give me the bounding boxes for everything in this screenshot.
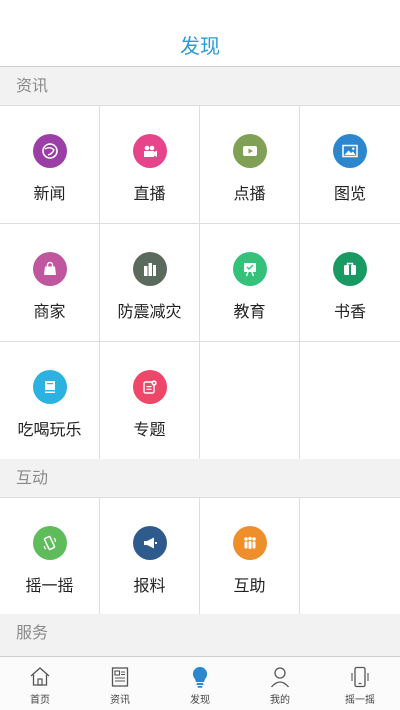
grid-item-label: 专题: [133, 420, 166, 439]
grid-item-label: 教育: [233, 302, 266, 321]
people-icon: [232, 526, 267, 560]
tab-label: 资讯: [110, 695, 130, 706]
globe-icon: [32, 134, 67, 168]
header: 发现: [0, 0, 400, 67]
grid-item-report[interactable]: 报料: [100, 498, 200, 615]
megaphone-icon: [132, 526, 167, 560]
interaction-grid: 摇一摇 报料 互助: [0, 497, 400, 616]
grid-item-news[interactable]: 新闻: [0, 106, 100, 223]
book-icon: [333, 252, 367, 286]
grid-row: 新闻 直播 点播 图览: [0, 106, 400, 224]
person-icon: [271, 667, 289, 688]
bottom-tab-bar: 首页 资讯 发现 我的 摇一摇: [0, 656, 400, 710]
lightbulb-icon: [192, 666, 208, 688]
blackboard-icon: [232, 252, 267, 286]
grid-item-label: 书香: [333, 302, 366, 321]
document-icon: [132, 370, 167, 404]
buildings-icon: [132, 252, 167, 286]
phone-icon: [351, 666, 369, 688]
grid-item-label: 图览: [333, 184, 366, 203]
tab-shake[interactable]: 摇一摇: [320, 657, 400, 710]
section-label-news: 资讯: [0, 67, 400, 105]
section-label-interaction: 互动: [0, 459, 400, 497]
grid-item-topics[interactable]: 专题: [100, 342, 200, 459]
grid-item-label: 新闻: [33, 184, 66, 203]
grid-item-label: 摇一摇: [25, 576, 74, 595]
grid-item-vod[interactable]: 点播: [200, 106, 300, 223]
play-icon: [232, 134, 267, 168]
tab-news[interactable]: 资讯: [80, 657, 160, 710]
grid-item-earthquake[interactable]: 防震减灾: [100, 224, 200, 341]
grid-item-entertainment[interactable]: 吃喝玩乐: [0, 342, 100, 459]
grid-row: 摇一摇 报料 互助: [0, 498, 400, 616]
grid-item-label: 互助: [233, 576, 266, 595]
grid-item-merchant[interactable]: 商家: [0, 224, 100, 341]
grid-item-label: 商家: [33, 302, 66, 321]
shake-phone-icon: [32, 526, 67, 560]
news-icon: [111, 667, 129, 687]
tab-mine[interactable]: 我的: [240, 657, 320, 710]
grid-item-empty: [200, 342, 300, 459]
home-icon: [30, 667, 50, 686]
news-grid: 新闻 直播 点播 图览 商家 防震减灾 教育 书香 吃喝玩乐 专题: [0, 105, 400, 460]
grid-item-label: 直播: [133, 184, 166, 203]
grid-item-label: 吃喝玩乐: [17, 420, 82, 439]
grid-item-shake[interactable]: 摇一摇: [0, 498, 100, 615]
grid-item-label: 点播: [233, 184, 266, 203]
tab-label: 我的: [270, 695, 290, 706]
tab-label: 首页: [30, 695, 50, 706]
grid-item-gallery[interactable]: 图览: [300, 106, 400, 223]
section-label-services: 服务: [0, 614, 400, 652]
grid-row: 商家 防震减灾 教育 书香: [0, 224, 400, 342]
notebook-icon: [32, 370, 67, 404]
image-icon: [333, 134, 367, 168]
tab-home[interactable]: 首页: [0, 657, 80, 710]
shopping-bag-icon: [32, 252, 67, 286]
grid-item-label: 防震减灾: [117, 302, 182, 321]
grid-item-empty: [300, 498, 400, 615]
grid-item-education[interactable]: 教育: [200, 224, 300, 341]
grid-item-live[interactable]: 直播: [100, 106, 200, 223]
tab-discover[interactable]: 发现: [160, 657, 240, 710]
grid-item-empty: [300, 342, 400, 459]
video-camera-icon: [132, 134, 167, 168]
page-title: 发现: [180, 34, 220, 58]
tab-label: 摇一摇: [345, 695, 375, 706]
grid-row: 吃喝玩乐 专题: [0, 342, 400, 460]
grid-item-label: 报料: [133, 576, 166, 595]
grid-item-books[interactable]: 书香: [300, 224, 400, 341]
grid-item-mutual-help[interactable]: 互助: [200, 498, 300, 615]
tab-label: 发现: [190, 695, 210, 706]
